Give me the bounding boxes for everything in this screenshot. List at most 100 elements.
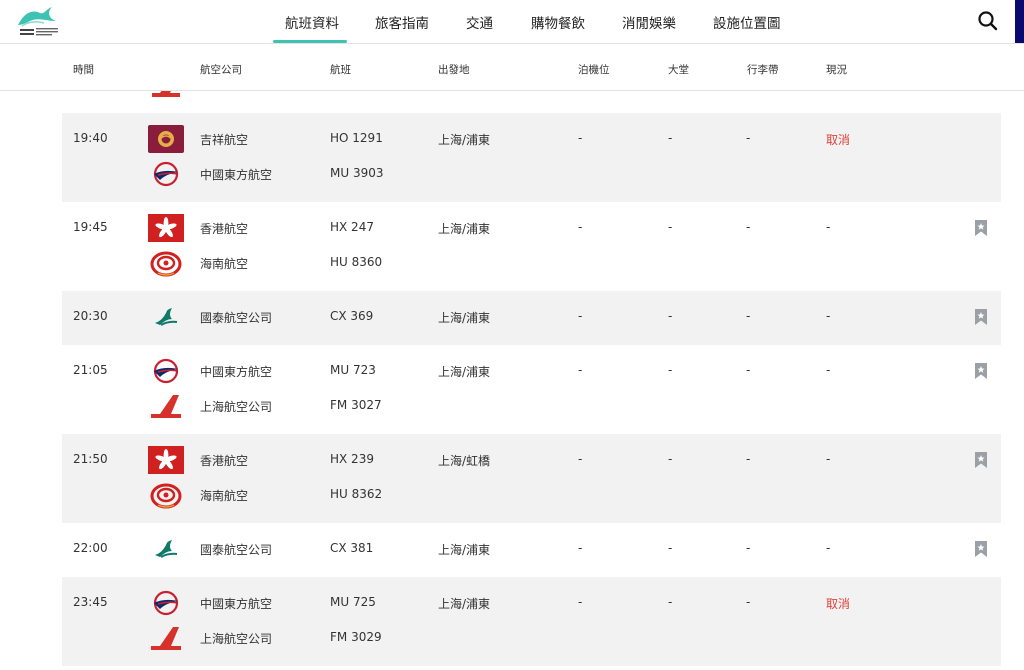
nav-item-leisure[interactable]: 消閒娛樂 (622, 12, 676, 32)
flight-number: FM 3029 (330, 630, 382, 644)
cathay-pacific-logo (148, 303, 184, 331)
baggage-belt-value: - (746, 541, 751, 555)
bookmark-icon[interactable] (974, 219, 988, 237)
flight-number: CX 381 (330, 541, 374, 555)
flight-table-body: 19:40 吉祥航空 HO 1291 中國東方航空 MU 3903 上海/浦東 - - - 取消 1… (0, 91, 1024, 670)
status-value: - (826, 452, 831, 466)
origin-city: 上海/浦東 (438, 133, 491, 147)
col-airline: 航空公司 (200, 64, 242, 76)
bookmark-icon[interactable] (974, 540, 988, 558)
stand-value: - (578, 595, 583, 609)
flight-number: HO 1291 (330, 131, 383, 145)
baggage-belt-value: - (746, 363, 751, 377)
departure-time: 19:45 (73, 220, 108, 234)
airline-name: 香港航空 (200, 454, 249, 468)
status-value: - (826, 363, 831, 377)
airport-logo[interactable] (16, 3, 82, 39)
col-stand: 泊機位 (578, 64, 610, 76)
origin-city: 上海/浦東 (438, 543, 491, 557)
flight-row-group[interactable]: 23:45 中國東方航空 MU 725 上海航空公司 FM 3029 上海/浦東 - - - 取消 (62, 577, 1001, 666)
flight-row-group[interactable]: 22:00 國泰航空公司 CX 381 上海/浦東 - - - - (62, 523, 1001, 577)
stand-value: - (578, 131, 583, 145)
status-value: 取消 (826, 597, 851, 611)
origin-city: 上海/浦東 (438, 365, 491, 379)
flight-row-group[interactable]: 19:45 香港航空 HX 247 海南航空 HU 8360 上海/浦東 - - - - (62, 202, 1001, 291)
col-time: 時間 (73, 64, 94, 76)
departure-time: 22:00 (73, 541, 108, 555)
departure-time: 21:05 (73, 363, 108, 377)
status-value: 取消 (826, 133, 851, 147)
shanghai-airlines-logo (148, 624, 184, 652)
bookmark-icon[interactable] (974, 451, 988, 469)
airline-name: 吉祥航空 (200, 133, 249, 147)
stand-value: - (578, 541, 583, 555)
nav-item-flight-info[interactable]: 航班資料 (285, 12, 339, 32)
status-value: - (826, 541, 831, 555)
flight-row-group[interactable]: 19:40 吉祥航空 HO 1291 中國東方航空 MU 3903 上海/浦東 - - - 取消 (62, 113, 1001, 202)
status-value: - (826, 309, 831, 323)
airline-name: 香港航空 (200, 222, 249, 236)
airline-name: 上海航空公司 (200, 632, 273, 646)
origin-city: 上海/浦東 (438, 311, 491, 325)
airline-name: 中國東方航空 (200, 365, 273, 379)
baggage-belt-value: - (746, 452, 751, 466)
shanghai-airlines-logo (148, 91, 184, 99)
flight-row-group[interactable]: 21:05 中國東方航空 MU 723 上海航空公司 FM 3027 上海/浦東 - - - - (62, 345, 1001, 434)
hall-value: - (668, 220, 673, 234)
hall-value: - (668, 363, 673, 377)
departure-time: 20:30 (73, 309, 108, 323)
stand-value: - (578, 363, 583, 377)
stand-value: - (578, 309, 583, 323)
nav-item-passenger-guide[interactable]: 旅客指南 (375, 12, 429, 32)
juneyao-logo (148, 125, 184, 153)
top-navigation-bar: 航班資料 旅客指南 交通 購物餐飲 消閒娛樂 設施位置圖 (0, 0, 1024, 43)
nav-item-transport[interactable]: 交通 (466, 12, 493, 32)
hainan-airlines-logo (148, 249, 184, 277)
airline-name: 海南航空 (200, 489, 249, 503)
origin-city: 上海/浦東 (438, 222, 491, 236)
flight-number: HX 247 (330, 220, 374, 234)
hall-value: - (668, 309, 673, 323)
search-icon[interactable] (976, 9, 1000, 33)
departure-time: 21:50 (73, 452, 108, 466)
col-belt: 行李帶 (747, 64, 779, 76)
hall-value: - (668, 595, 673, 609)
baggage-belt-value: - (746, 220, 751, 234)
flight-number: MU 3903 (330, 166, 384, 180)
airline-name: 中國東方航空 (200, 168, 273, 182)
departure-time: 19:40 (73, 131, 108, 145)
airline-name: 中國東方航空 (200, 597, 273, 611)
origin-city: 上海/浦東 (438, 597, 491, 611)
col-status: 現況 (826, 64, 847, 76)
departure-time: 23:45 (73, 595, 108, 609)
airline-name: 海南航空 (200, 257, 249, 271)
flight-number: MU 725 (330, 595, 376, 609)
col-origin: 出發地 (438, 64, 470, 76)
airline-name: 國泰航空公司 (200, 311, 273, 325)
nav-item-shopping-dining[interactable]: 購物餐飲 (531, 12, 585, 32)
flight-number: MU 723 (330, 363, 376, 377)
hainan-airlines-logo (148, 481, 184, 509)
flight-number: CX 369 (330, 309, 374, 323)
flight-number: FM 3027 (330, 398, 382, 412)
bookmark-icon[interactable] (974, 308, 988, 326)
china-eastern-logo (148, 589, 184, 617)
china-eastern-logo (148, 357, 184, 385)
hall-value: - (668, 131, 673, 145)
nav-item-facility-map[interactable]: 設施位置圖 (713, 12, 781, 32)
hong-kong-airlines-logo (148, 446, 184, 474)
hall-value: - (668, 541, 673, 555)
flight-row-group[interactable]: 20:30 國泰航空公司 CX 369 上海/浦東 - - - - (62, 291, 1001, 345)
hall-value: - (668, 452, 673, 466)
col-flight: 航班 (330, 64, 351, 76)
flight-row-group[interactable]: 21:50 香港航空 HX 239 海南航空 HU 8362 上海/虹橋 - - - - (62, 434, 1001, 523)
baggage-belt-value: - (746, 131, 751, 145)
bookmark-icon[interactable] (974, 362, 988, 380)
scrollbar-edge (1015, 0, 1024, 43)
col-hall: 大堂 (668, 64, 689, 76)
baggage-belt-value: - (746, 595, 751, 609)
baggage-belt-value: - (746, 309, 751, 323)
flight-number: HU 8360 (330, 255, 383, 269)
shanghai-airlines-logo (148, 392, 184, 420)
airline-name: 上海航空公司 (200, 400, 273, 414)
